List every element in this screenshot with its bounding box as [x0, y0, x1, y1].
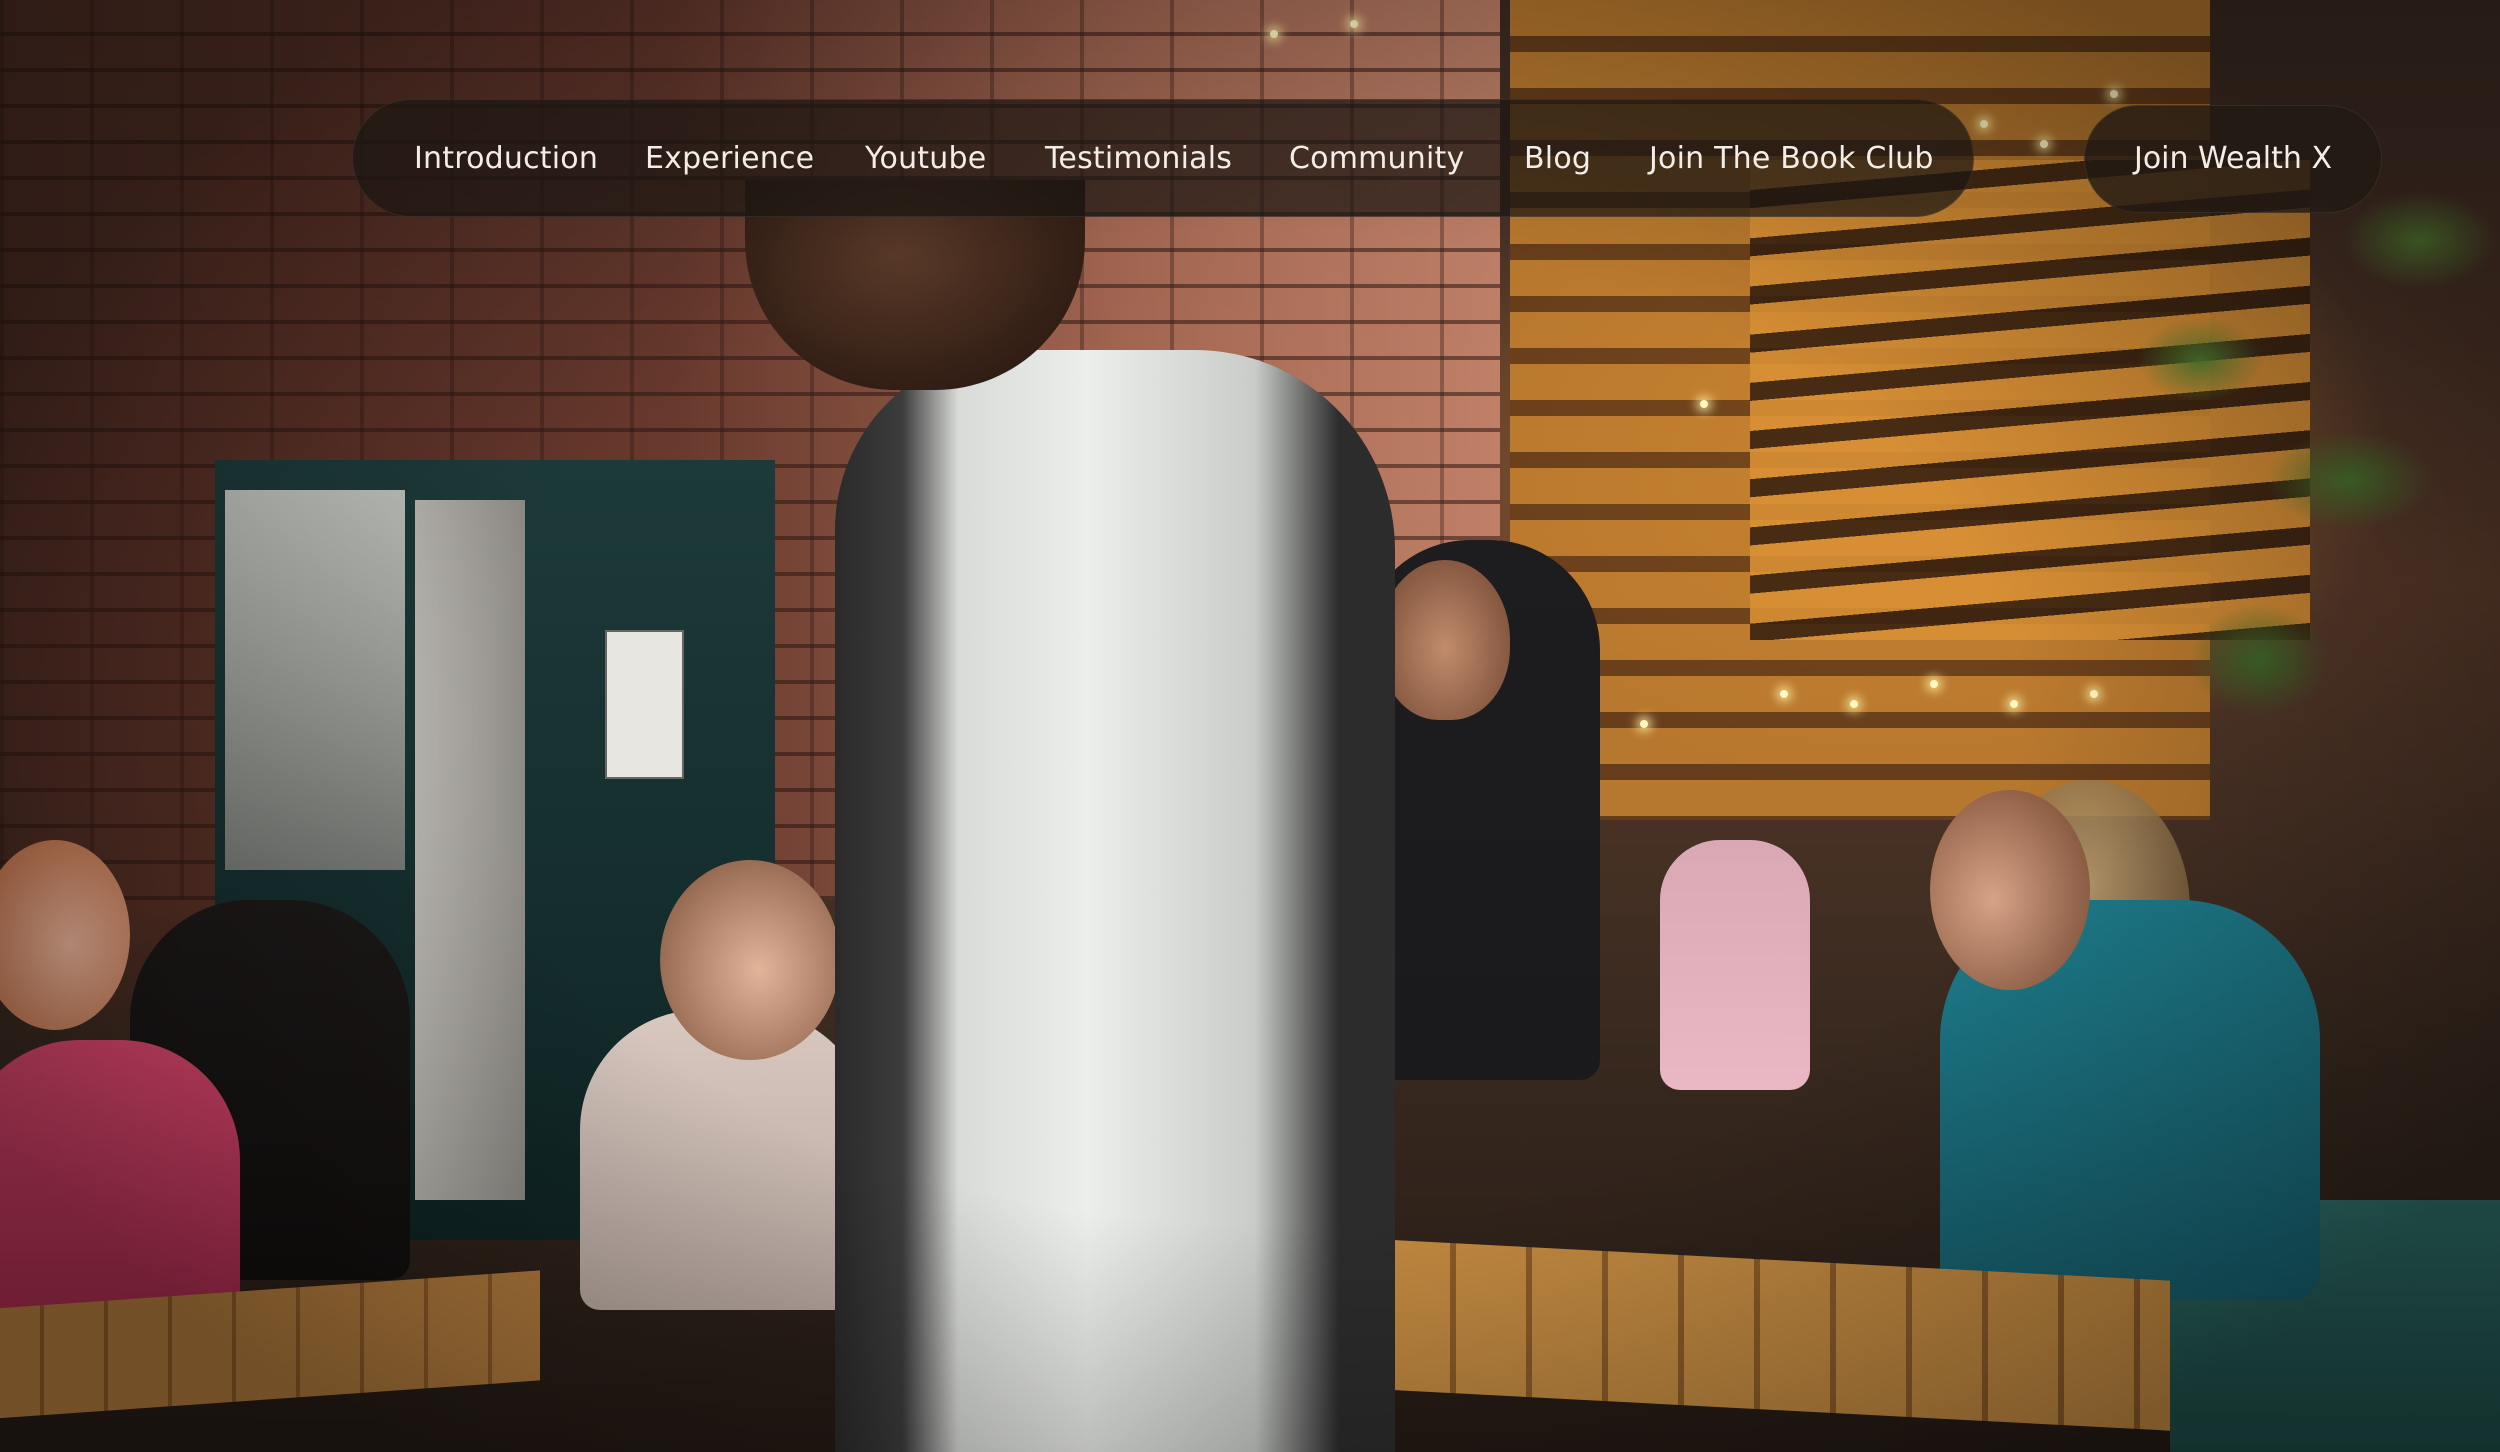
door-interior [225, 490, 405, 870]
nav-join-book-club[interactable]: Join The Book Club [1649, 100, 1934, 218]
join-wealth-x-button[interactable]: Join Wealth X [2084, 105, 2382, 213]
fairy-light [1640, 720, 1648, 728]
nav-blog[interactable]: Blog [1524, 100, 1591, 218]
fairy-light [2040, 140, 2048, 148]
main-navigation: Introduction Experience Youtube Testimon… [352, 99, 1974, 217]
person-center-vest [835, 350, 1395, 1452]
nav-youtube[interactable]: Youtube [865, 100, 986, 218]
fairy-light [2090, 690, 2098, 698]
fairy-light [1270, 30, 1278, 38]
person-head [660, 860, 840, 1060]
nav-community[interactable]: Community [1289, 100, 1464, 218]
fairy-light [2010, 700, 2018, 708]
hero-background-photo [0, 0, 2500, 1452]
fairy-light [1980, 120, 1988, 128]
nav-testimonials[interactable]: Testimonials [1045, 100, 1232, 218]
nav-experience[interactable]: Experience [645, 100, 814, 218]
fairy-light [1350, 20, 1358, 28]
fairy-light [1780, 690, 1788, 698]
person-head [1930, 790, 2090, 990]
fairy-light [1930, 680, 1938, 688]
pillar [415, 500, 525, 1200]
nav-introduction[interactable]: Introduction [414, 100, 598, 218]
fairy-light [2110, 90, 2118, 98]
person-head [1380, 560, 1510, 720]
wall-poster [605, 630, 684, 779]
fairy-light [1850, 700, 1858, 708]
child [1660, 840, 1810, 1090]
fairy-light [1700, 400, 1708, 408]
